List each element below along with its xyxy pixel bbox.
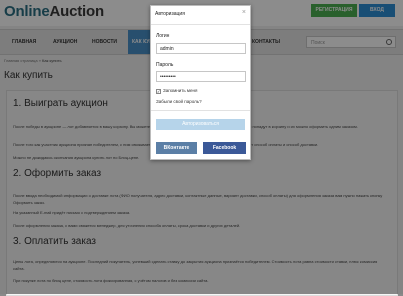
facebook-login-button[interactable]: Facebook [203, 142, 246, 154]
password-label: Пароль [156, 62, 174, 68]
forgot-password-link[interactable]: Забыли свой пароль? [156, 99, 202, 104]
remember-checkbox[interactable]: ✓ [156, 89, 161, 94]
login-label: Логин [156, 33, 170, 39]
close-icon[interactable]: × [242, 9, 246, 16]
remember-label[interactable]: Запомнить меня [163, 88, 197, 93]
vk-login-button[interactable]: ВКонтакте [156, 142, 197, 154]
modal-title: Авторизация [155, 11, 185, 17]
modal-divider-2 [151, 110, 250, 111]
modal-divider [151, 24, 250, 25]
login-field[interactable]: admin [156, 43, 246, 54]
login-modal: Авторизация × Логин admin Пароль •••••••… [150, 5, 251, 160]
password-field[interactable]: ••••••••• [156, 71, 246, 82]
submit-button[interactable]: Авторизоваться [156, 119, 245, 130]
